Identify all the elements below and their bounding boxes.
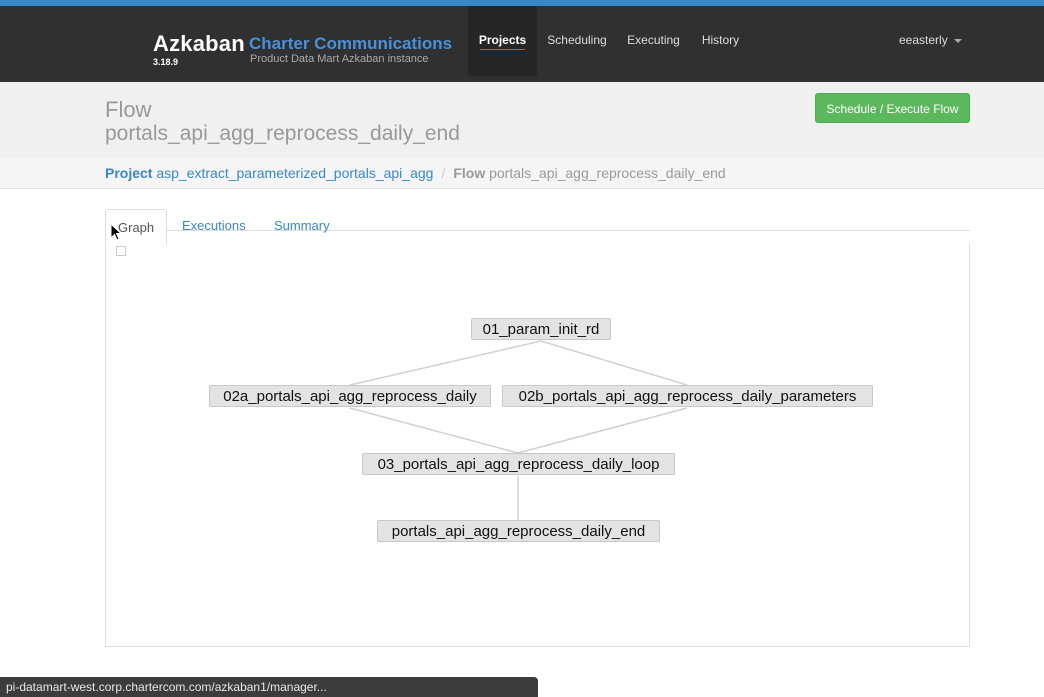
mouse-cursor-icon	[110, 223, 122, 241]
graph-edge	[349, 407, 519, 454]
graph-edge	[517, 407, 688, 454]
flow-graph-edges	[349, 340, 688, 520]
graph-node-02a[interactable]: 02a_portals_api_agg_reprocess_daily	[209, 385, 491, 407]
graph-node-03-loop[interactable]: 03_portals_api_agg_reprocess_daily_loop	[362, 453, 675, 475]
status-url: pi-datamart-west.corp.chartercom.com/azk…	[6, 680, 327, 694]
browser-status-bar: pi-datamart-west.corp.chartercom.com/azk…	[0, 677, 538, 697]
graph-edge	[540, 340, 688, 386]
graph-node-01-param-init-rd[interactable]: 01_param_init_rd	[471, 318, 611, 340]
graph-edge	[349, 340, 542, 386]
graph-node-02b[interactable]: 02b_portals_api_agg_reprocess_daily_para…	[502, 385, 873, 407]
graph-node-end[interactable]: portals_api_agg_reprocess_daily_end	[377, 520, 660, 542]
